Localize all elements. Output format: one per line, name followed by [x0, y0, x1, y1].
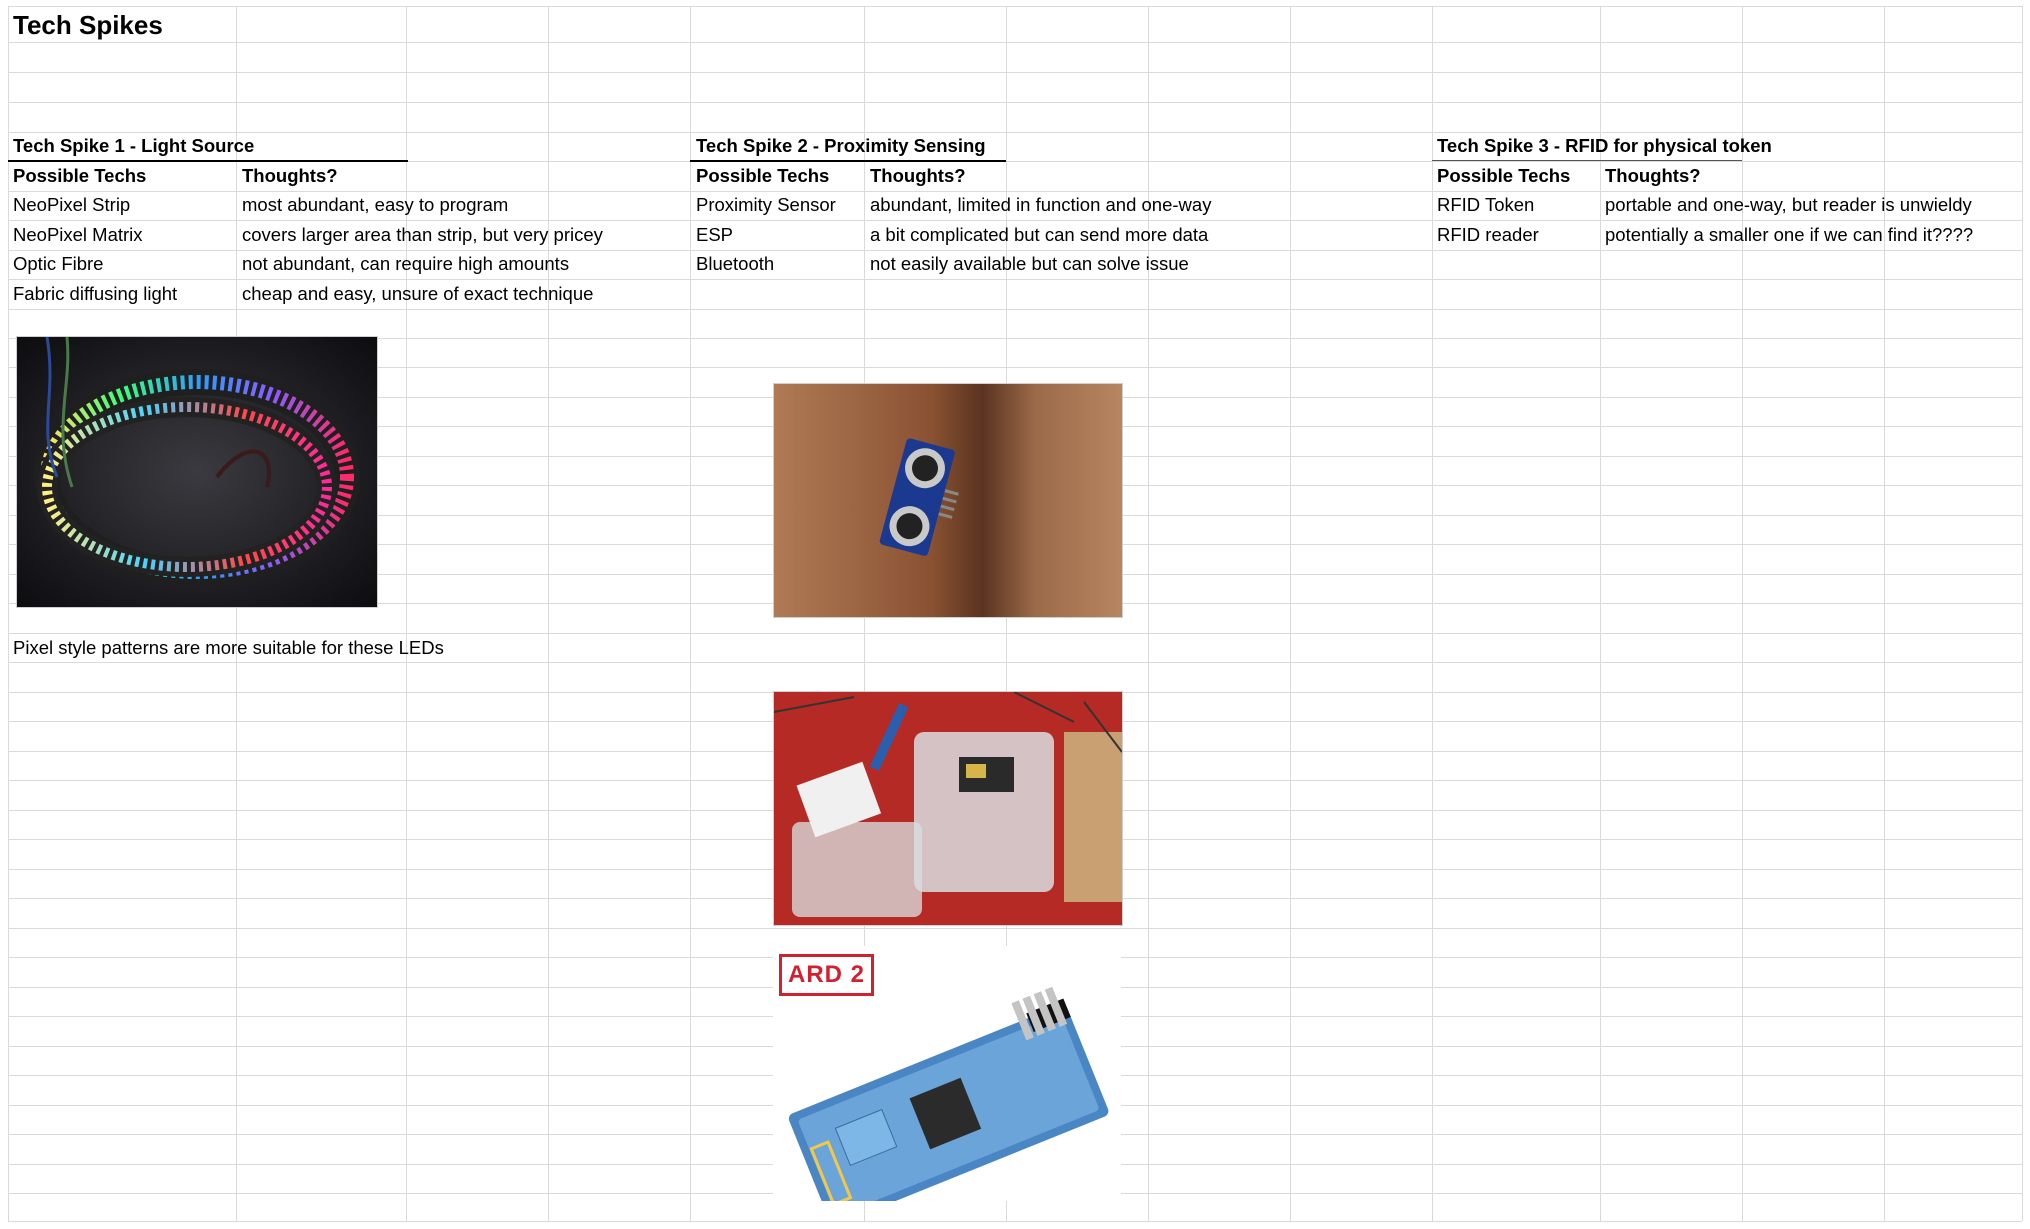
spike2-row-tech: Proximity Sensor [696, 194, 836, 215]
neopixel-strip-image[interactable] [16, 336, 378, 608]
col-line [690, 6, 691, 1221]
row-line [8, 309, 2022, 310]
spike2-row-tech: Bluetooth [696, 253, 775, 274]
col-line [1884, 6, 1885, 1221]
spike1-col-techs: Possible Techs [13, 165, 147, 186]
spike3-row-tech: RFID Token [1437, 194, 1535, 215]
col-line [236, 6, 237, 1221]
spike1-heading-underline [8, 160, 408, 162]
row-line [8, 191, 2022, 192]
esp-boards-image[interactable] [773, 691, 1123, 926]
row-line [8, 633, 2022, 634]
spike3-row-tech: RFID reader [1437, 224, 1539, 245]
ard2-logo-text: ARD 2 [788, 961, 866, 988]
spike1-note: Pixel style patterns are more suitable f… [13, 637, 444, 658]
spike1-row-tech: Fabric diffusing light [13, 283, 178, 304]
spike1-row-thought: most abundant, easy to program [242, 194, 509, 215]
row-line [8, 72, 2022, 73]
row-line [8, 220, 2022, 221]
col-line [8, 6, 9, 1221]
neopixel-strip-photo [17, 337, 377, 607]
spike3-heading: Tech Spike 3 - RFID for physical token [1437, 135, 1772, 156]
row-line [8, 662, 2022, 663]
spike2-col-thoughts: Thoughts? [870, 165, 966, 186]
row-line [8, 1221, 2022, 1222]
col-line [1742, 6, 1743, 1221]
spike2-row-thought: a bit complicated but can send more data [870, 224, 1209, 245]
bluetooth-module-image[interactable]: ARD 2 [773, 946, 1121, 1201]
spike3-heading-underline [1432, 160, 1742, 161]
row-line [8, 250, 2022, 251]
spike1-row-thought: covers larger area than strip, but very … [242, 224, 603, 245]
ultrasonic-sensor-photo [774, 384, 1122, 617]
spike1-col-thoughts: Thoughts? [242, 165, 338, 186]
col-line [548, 6, 549, 1221]
spike3-row-thought: portable and one-way, but reader is unwi… [1605, 194, 1972, 215]
row-line [8, 42, 2022, 43]
col-line [2022, 6, 2023, 1221]
col-line [406, 6, 407, 1221]
spike1-row-thought: not abundant, can require high amounts [242, 253, 570, 274]
spike3-col-thoughts: Thoughts? [1605, 165, 1701, 186]
col-line [1290, 6, 1291, 1221]
spike2-col-techs: Possible Techs [696, 165, 830, 186]
spike2-heading: Tech Spike 2 - Proximity Sensing [696, 135, 986, 156]
spike3-row-thought: potentially a smaller one if we can find… [1605, 224, 1974, 245]
spreadsheet-grid[interactable]: Tech Spikes Tech Spike 1 - Light Source … [0, 0, 2030, 1229]
spike3-col-techs: Possible Techs [1437, 165, 1571, 186]
spike1-heading: Tech Spike 1 - Light Source [13, 135, 255, 156]
ard2-logo: ARD 2 [779, 954, 875, 996]
col-line [1148, 6, 1149, 1221]
spike1-row-thought: cheap and easy, unsure of exact techniqu… [242, 283, 594, 304]
row-line [8, 102, 2022, 103]
spike1-row-tech: NeoPixel Strip [13, 194, 131, 215]
spike2-row-tech: ESP [696, 224, 734, 245]
spike1-row-tech: Optic Fibre [13, 253, 104, 274]
col-line [1600, 6, 1601, 1221]
sheet-title: Tech Spikes [13, 10, 163, 40]
row-line [8, 132, 2022, 133]
row-line [8, 279, 2022, 280]
row-line [8, 928, 2022, 929]
ultrasonic-sensor-image[interactable] [773, 383, 1123, 618]
spike2-row-thought: not easily available but can solve issue [870, 253, 1189, 274]
row-line [8, 6, 2022, 7]
spike2-row-thought: abundant, limited in function and one-wa… [870, 194, 1212, 215]
spike1-row-tech: NeoPixel Matrix [13, 224, 143, 245]
col-line [1432, 6, 1433, 1221]
esp-boards-photo [774, 692, 1122, 925]
spike2-heading-underline [690, 160, 1006, 162]
